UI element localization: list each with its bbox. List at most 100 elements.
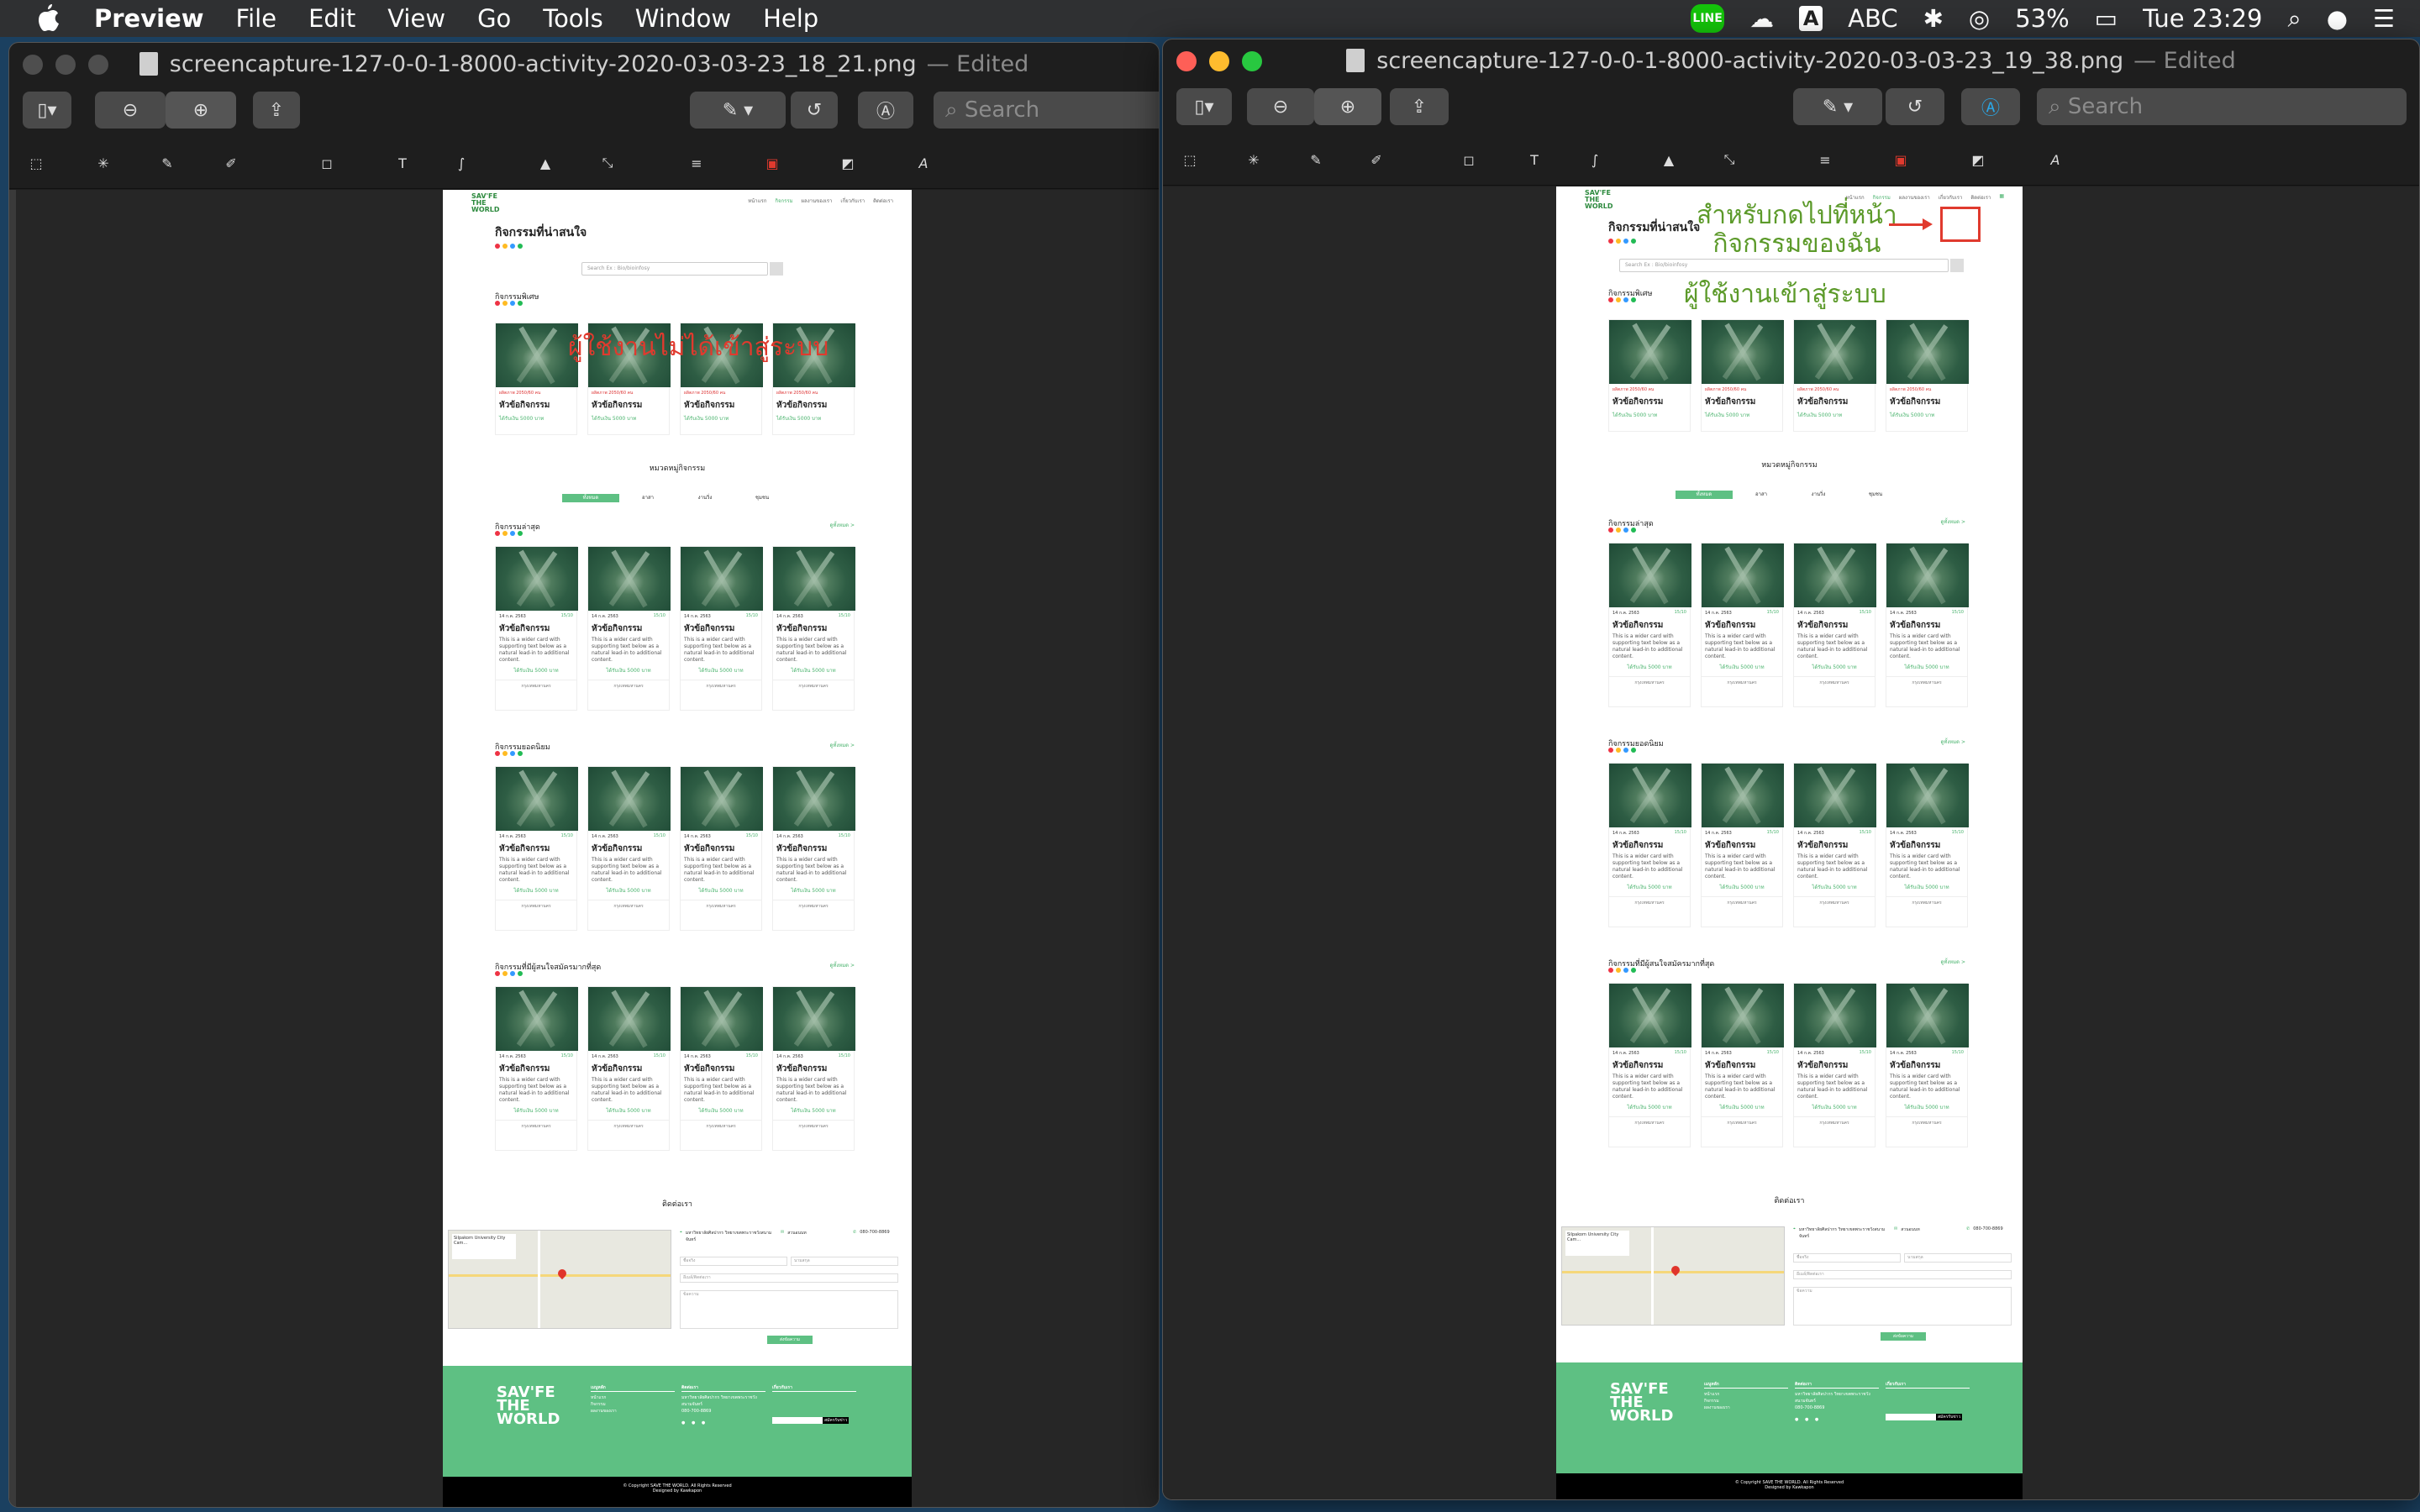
message-input[interactable]: ข้อความ (680, 1290, 898, 1329)
sign-icon[interactable]: ∫ (446, 149, 476, 177)
activity-card[interactable]: 14 ก.ค. 2563 15/10 หัวข้อกิจกรรม This is … (495, 766, 578, 931)
battery-icon[interactable]: ▭ (2095, 4, 2118, 33)
window-titlebar[interactable]: screencapture-127-0-0-1-8000-activity-20… (9, 43, 1159, 85)
clock[interactable]: Tue 23:29 (2143, 4, 2262, 33)
close-button[interactable] (23, 55, 43, 75)
nav-link[interactable]: ผลงานของเรา (1899, 193, 1930, 202)
sidebar-toggle-button[interactable]: ▯▾ (23, 92, 71, 129)
text-style-icon[interactable]: A (2040, 145, 2070, 174)
footer-link[interactable]: กิจกรรม (591, 1401, 675, 1408)
shapes-icon[interactable]: ◻ (1454, 145, 1484, 174)
rotate-button[interactable]: ↺ (1886, 88, 1944, 125)
menu-window[interactable]: Window (635, 4, 731, 33)
shape-style-icon[interactable]: ≡ (1810, 145, 1840, 174)
spotlight-search-icon[interactable]: ⌕ (2287, 4, 2301, 34)
zoom-in-button[interactable]: ⊕ (1314, 88, 1381, 125)
activity-search-input[interactable]: Search Ex : Bio/bioinfosy (1619, 259, 1949, 272)
search-icon[interactable] (1950, 259, 1964, 272)
footer-link[interactable]: ผลงานของเรา (591, 1408, 675, 1415)
instant-alpha-icon[interactable]: ✳ (88, 149, 118, 177)
contact-map[interactable]: Silpakorn University City Cam... (1561, 1226, 1785, 1326)
see-all-link[interactable]: ดูทั้งหมด > (829, 961, 855, 969)
see-all-link[interactable]: ดูทั้งหมด > (1940, 958, 1965, 966)
nav-link[interactable]: ผลงานของเรา (802, 197, 833, 205)
activity-card[interactable]: ผลิตภาพ 2050/60 คน หัวข้อกิจกรรม ได้รับเ… (1608, 319, 1691, 432)
category-tab[interactable]: ชุมชน (1847, 491, 1904, 499)
activity-card[interactable]: 14 ก.ค. 2563 15/10 หัวข้อกิจกรรม This is … (587, 766, 671, 931)
activity-card[interactable]: 14 ก.ค. 2563 15/10 หัวข้อกิจกรรม This is … (1701, 983, 1784, 1147)
shape-style-icon[interactable]: ≡ (681, 149, 712, 177)
fill-color-icon[interactable]: ◩ (1963, 145, 1993, 174)
menu-tools[interactable]: Tools (543, 4, 602, 33)
bluetooth-icon[interactable]: ✱ (1923, 4, 1944, 33)
zoom-out-button[interactable]: ⊖ (1247, 88, 1314, 125)
menu-file[interactable]: File (236, 4, 277, 33)
nav-link[interactable]: ติดต่อเรา (873, 197, 893, 205)
scrollbar[interactable] (9, 190, 16, 1507)
apple-menu-icon[interactable] (30, 2, 64, 35)
activity-card[interactable]: 14 ก.ค. 2563 15/10 หัวข้อกิจกรรม This is … (1886, 763, 1969, 927)
last-name-input[interactable]: นามสกุล (791, 1257, 898, 1266)
activity-card[interactable]: ผลิตภาพ 2050/60 คน หัวข้อกิจกรรม ได้รับเ… (495, 323, 578, 435)
zoom-in-button[interactable]: ⊕ (166, 92, 236, 129)
site-logo[interactable]: SAV'FE THE WORLD (471, 193, 513, 213)
activity-card[interactable]: 14 ก.ค. 2563 15/10 หัวข้อกิจกรรม This is … (680, 986, 763, 1151)
activity-card[interactable]: 14 ก.ค. 2563 15/10 หัวข้อกิจกรรม This is … (1701, 543, 1784, 707)
see-all-link[interactable]: ดูทั้งหมด > (1940, 517, 1965, 526)
activity-card[interactable]: 14 ก.ค. 2563 15/10 หัวข้อกิจกรรม This is … (772, 766, 855, 931)
see-all-link[interactable]: ดูทั้งหมด > (1940, 738, 1965, 746)
draw-icon[interactable]: ✐ (216, 149, 246, 177)
sketch-icon[interactable]: ✎ (1301, 145, 1331, 174)
wifi-icon[interactable]: ◎ (1969, 4, 1990, 33)
sketch-icon[interactable]: ✎ (152, 149, 182, 177)
window-titlebar[interactable]: screencapture-127-0-0-1-8000-activity-20… (1163, 39, 2419, 81)
activity-search-input[interactable]: Search Ex : Bio/bioinfosy (581, 262, 768, 276)
zoom-button[interactable] (88, 55, 108, 75)
shapes-icon[interactable]: ◻ (312, 149, 342, 177)
rotate-button[interactable]: ↺ (791, 92, 838, 129)
subscribe-input[interactable] (1886, 1414, 1936, 1420)
activity-card[interactable]: 14 ก.ค. 2563 15/10 หัวข้อกิจกรรม This is … (772, 546, 855, 711)
category-tab[interactable]: ชุมชน (734, 494, 791, 502)
footer-link[interactable]: หน้าแรก (1704, 1391, 1788, 1398)
nav-link[interactable]: ติดต่อเรา (1970, 193, 1991, 202)
markup-button[interactable]: Ⓐ (1961, 88, 2020, 125)
activity-card[interactable]: 14 ก.ค. 2563 15/10 หัวข้อกิจกรรม This is … (495, 546, 578, 711)
send-message-button[interactable]: ส่งข้อความ (767, 1336, 813, 1344)
subscribe-button[interactable]: สมัครรับข่าว (1936, 1414, 1963, 1420)
activity-card[interactable]: 14 ก.ค. 2563 15/10 หัวข้อกิจกรรม This is … (587, 546, 671, 711)
category-tab[interactable]: งานวิ่ง (676, 494, 734, 502)
minimize-button[interactable] (1209, 51, 1229, 71)
nav-link[interactable]: เกี่ยวกับเรา (840, 197, 865, 205)
markup-button[interactable]: Ⓐ (858, 92, 913, 129)
rectangular-selection-icon[interactable]: ⬚ (21, 149, 51, 177)
see-all-link[interactable]: ดูทั้งหมด > (829, 521, 855, 529)
activity-card[interactable]: 14 ก.ค. 2563 15/10 หัวข้อกิจกรรม This is … (680, 766, 763, 931)
message-input[interactable]: ข้อความ (1793, 1287, 2012, 1326)
search-icon[interactable] (770, 262, 783, 276)
first-name-input[interactable]: ชื่อจริง (680, 1257, 787, 1266)
activity-card[interactable]: 14 ก.ค. 2563 15/10 หัวข้อกิจกรรม This is … (1793, 983, 1876, 1147)
last-name-input[interactable]: นามสกุล (1904, 1253, 2012, 1263)
activity-card[interactable]: ผลิตภาพ 2050/60 คน หัวข้อกิจกรรม ได้รับเ… (1793, 319, 1876, 432)
activity-card[interactable]: 14 ก.ค. 2563 15/10 หัวข้อกิจกรรม This is … (1608, 983, 1691, 1147)
highlight-button[interactable]: ✎ ▾ (1793, 88, 1882, 125)
subscribe-input[interactable] (772, 1417, 823, 1424)
adjust-size-icon[interactable]: ⤡ (1714, 145, 1744, 174)
share-button[interactable]: ⇪ (253, 92, 300, 129)
activity-card[interactable]: ผลิตภาพ 2050/60 คน หัวข้อกิจกรรม ได้รับเ… (1886, 319, 1969, 432)
activity-card[interactable]: 14 ก.ค. 2563 15/10 หัวข้อกิจกรรม This is … (1608, 543, 1691, 707)
input-source-icon[interactable]: A (1799, 6, 1823, 31)
subscribe-button[interactable]: สมัครรับข่าว (823, 1417, 850, 1424)
notification-center-icon[interactable]: ☰ (2373, 4, 2395, 33)
see-all-link[interactable]: ดูทั้งหมด > (829, 741, 855, 749)
adjust-color-icon[interactable]: ▲ (530, 149, 560, 177)
social-icons[interactable]: ● ● ● (1795, 1416, 1879, 1423)
activity-card[interactable]: 14 ก.ค. 2563 15/10 หัวข้อกิจกรรม This is … (772, 986, 855, 1151)
zoom-out-button[interactable]: ⊖ (95, 92, 166, 129)
footer-link[interactable]: กิจกรรม (1704, 1398, 1788, 1404)
fill-color-icon[interactable]: ◩ (833, 149, 863, 177)
activity-card[interactable]: 14 ก.ค. 2563 15/10 หัวข้อกิจกรรม This is … (1608, 763, 1691, 927)
menu-help[interactable]: Help (763, 4, 818, 33)
sidebar-toggle-button[interactable]: ▯▾ (1176, 88, 1232, 125)
